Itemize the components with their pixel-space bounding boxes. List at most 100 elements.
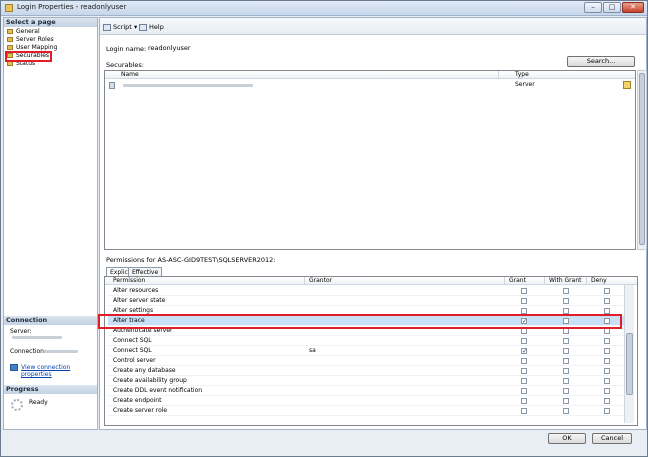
right-pane: Script ▾ Help Login name: readonlyuser S… xyxy=(99,17,647,430)
deny-checkbox[interactable] xyxy=(604,348,610,354)
permission-row[interactable]: Alter server state xyxy=(108,296,633,306)
grant-checkbox[interactable] xyxy=(521,378,527,384)
minimize-button[interactable]: – xyxy=(584,2,602,13)
cancel-button[interactable]: Cancel xyxy=(592,433,632,444)
securables-label: Securables: xyxy=(106,61,144,69)
page-item-general[interactable]: General xyxy=(7,28,40,36)
perm-col-grantor[interactable]: Grantor xyxy=(305,277,505,285)
login-properties-window: Login Properties - readonlyuser – □ ✕ Se… xyxy=(0,0,648,457)
with-grant-checkbox[interactable] xyxy=(563,338,569,344)
deny-checkbox[interactable] xyxy=(604,358,610,364)
login-name-label: Login name: xyxy=(106,45,147,53)
deny-checkbox[interactable] xyxy=(604,388,610,394)
permission-name: Create availability group xyxy=(113,377,187,384)
help-label: Help xyxy=(149,23,164,31)
securable-type: Server xyxy=(515,81,535,88)
help-button[interactable]: Help xyxy=(139,23,164,31)
deny-checkbox[interactable] xyxy=(604,298,610,304)
permission-name: Alter resources xyxy=(113,287,159,294)
deny-checkbox[interactable] xyxy=(604,288,610,294)
securables-highlight-box xyxy=(5,51,52,62)
page-icon xyxy=(7,29,13,34)
with-grant-checkbox[interactable] xyxy=(563,388,569,394)
permission-row[interactable]: Alter resources xyxy=(108,286,633,296)
server-icon xyxy=(109,82,115,89)
permission-row[interactable]: Create availability group xyxy=(108,376,633,386)
dialog-footer: OK Cancel xyxy=(99,431,645,451)
view-connection-properties-link[interactable]: View connection properties xyxy=(21,364,97,378)
with-grant-checkbox[interactable] xyxy=(563,288,569,294)
perm-col-with-grant[interactable]: With Grant xyxy=(545,277,587,285)
permission-name: Control server xyxy=(113,357,156,364)
with-grant-checkbox[interactable] xyxy=(563,408,569,414)
grant-checkbox[interactable]: ✓ xyxy=(521,348,527,355)
server-value-redacted xyxy=(12,336,62,339)
with-grant-checkbox[interactable] xyxy=(563,358,569,364)
with-grant-checkbox[interactable] xyxy=(563,348,569,354)
window-title: Login Properties - readonlyuser xyxy=(17,3,127,11)
securables-row[interactable]: Server xyxy=(105,80,635,91)
progress-status: Ready xyxy=(29,399,48,406)
permissions-grid: Permission Grantor Grant With Grant Deny… xyxy=(104,276,638,426)
grant-checkbox[interactable] xyxy=(521,338,527,344)
perm-col-grant[interactable]: Grant xyxy=(505,277,545,285)
deny-checkbox[interactable] xyxy=(604,378,610,384)
perm-col-deny[interactable]: Deny xyxy=(587,277,637,285)
page-icon xyxy=(7,37,13,42)
securables-col-type[interactable]: Type xyxy=(499,71,635,79)
with-grant-checkbox[interactable] xyxy=(563,368,569,374)
with-grant-checkbox[interactable] xyxy=(563,378,569,384)
permission-row[interactable]: Connect SQL sa ✓ xyxy=(108,346,633,356)
title-bar[interactable]: Login Properties - readonlyuser – □ ✕ xyxy=(1,1,647,16)
permission-row[interactable]: Connect SQL xyxy=(108,336,633,346)
deny-checkbox[interactable] xyxy=(604,398,610,404)
page-item-label: General xyxy=(16,28,40,35)
permission-row[interactable]: Create DDL event notification xyxy=(108,386,633,396)
grant-checkbox[interactable] xyxy=(521,288,527,294)
grant-checkbox[interactable] xyxy=(521,388,527,394)
permission-name: Alter server state xyxy=(113,297,166,304)
deny-checkbox[interactable] xyxy=(604,338,610,344)
with-grant-checkbox[interactable] xyxy=(563,398,569,404)
script-icon xyxy=(103,23,111,31)
window-icon xyxy=(5,4,13,12)
script-dropdown-icon[interactable]: ▾ xyxy=(134,23,137,31)
permission-row[interactable]: Control server xyxy=(108,356,633,366)
select-page-header: Select a page xyxy=(4,18,97,27)
perm-col-permission[interactable]: Permission xyxy=(105,277,305,285)
permission-grantor: sa xyxy=(309,347,316,354)
toolbar xyxy=(100,18,646,35)
scrollbar-thumb[interactable] xyxy=(626,333,633,395)
permission-row[interactable]: Create any database xyxy=(108,366,633,376)
page-icon xyxy=(7,45,13,50)
grant-checkbox[interactable] xyxy=(521,398,527,404)
permissions-vertical-scrollbar[interactable] xyxy=(624,285,634,423)
search-button[interactable]: Search... xyxy=(567,56,635,67)
grant-checkbox[interactable] xyxy=(521,298,527,304)
grant-checkbox[interactable] xyxy=(521,368,527,374)
with-grant-checkbox[interactable] xyxy=(563,298,569,304)
grant-checkbox[interactable] xyxy=(521,358,527,364)
close-button[interactable]: ✕ xyxy=(622,2,644,13)
deny-checkbox[interactable] xyxy=(604,408,610,414)
scrollbar-thumb[interactable] xyxy=(639,73,645,245)
properties-icon[interactable] xyxy=(623,81,631,89)
permission-name: Create server role xyxy=(113,407,168,414)
page-item-server-roles[interactable]: Server Roles xyxy=(7,36,54,44)
securables-grid: Name Type Server xyxy=(104,70,636,250)
connection-label: Connection: xyxy=(10,348,46,355)
permissions-label: Permissions for AS-ASC-GID9TEST\SQLSERVE… xyxy=(106,256,276,264)
alter-trace-highlight-box xyxy=(98,314,622,329)
script-button[interactable]: Script ▾ xyxy=(103,23,137,31)
permission-row[interactable]: Create endpoint xyxy=(108,396,633,406)
ok-button[interactable]: OK xyxy=(548,433,586,444)
securables-vertical-scrollbar[interactable] xyxy=(637,70,647,250)
deny-checkbox[interactable] xyxy=(604,368,610,374)
grant-checkbox[interactable] xyxy=(521,408,527,414)
permission-row[interactable]: Create server role xyxy=(108,406,633,416)
tab-effective[interactable]: Effective xyxy=(128,267,163,276)
progress-header: Progress xyxy=(4,385,97,394)
page-item-label: Server Roles xyxy=(16,36,54,43)
maximize-button[interactable]: □ xyxy=(603,2,621,13)
securables-col-name[interactable]: Name xyxy=(105,71,499,79)
